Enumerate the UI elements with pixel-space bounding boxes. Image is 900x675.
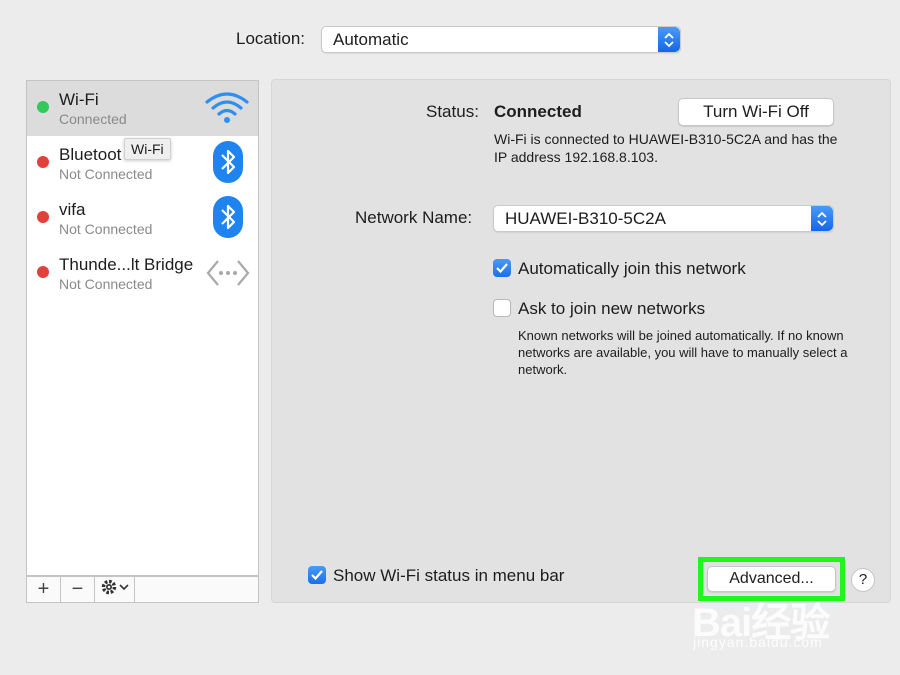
- service-status: Not Connected: [59, 221, 153, 237]
- turn-wifi-off-button[interactable]: Turn Wi-Fi Off: [678, 98, 834, 126]
- ask-join-checkbox[interactable]: [493, 299, 511, 317]
- network-name-value: HUAWEI-B310-5C2A: [505, 208, 666, 228]
- gear-menu-button[interactable]: [95, 577, 135, 602]
- ask-join-note: Known networks will be joined automatica…: [518, 328, 848, 377]
- location-label: Location:: [236, 29, 305, 48]
- status-dot: [37, 211, 49, 223]
- location-popup[interactable]: Automatic: [321, 26, 681, 53]
- status-label: Status:: [426, 102, 479, 121]
- service-status: Not Connected: [59, 276, 153, 292]
- ask-join-label[interactable]: Ask to join new networks: [518, 299, 705, 319]
- service-name: Bluetoot: [59, 145, 122, 164]
- network-name-label: Network Name:: [355, 208, 473, 227]
- auto-join-label[interactable]: Automatically join this network: [518, 259, 746, 279]
- service-name: Wi-Fi: [59, 90, 99, 109]
- add-service-button[interactable]: +: [27, 577, 61, 602]
- location-value: Automatic: [333, 29, 409, 49]
- service-status: Connected: [59, 111, 127, 127]
- service-list-toolbar: + −: [26, 576, 259, 603]
- tooltip: Wi-Fi: [124, 138, 171, 160]
- thunderbolt-bridge-icon: [206, 258, 250, 293]
- service-status: Not Connected: [59, 166, 153, 182]
- advanced-button[interactable]: Advanced...: [707, 566, 836, 592]
- popup-arrows-icon: [811, 206, 833, 231]
- popup-arrows-icon: [658, 27, 680, 52]
- show-status-checkbox[interactable]: [308, 566, 326, 584]
- service-item-wifi[interactable]: Wi-Fi Connected: [27, 81, 258, 136]
- bluetooth-icon: [213, 141, 243, 188]
- status-dot: [37, 101, 49, 113]
- status-dot: [37, 266, 49, 278]
- service-name: vifa: [59, 200, 86, 219]
- network-name-popup[interactable]: HUAWEI-B310-5C2A: [493, 205, 834, 232]
- auto-join-checkbox[interactable]: [493, 259, 511, 277]
- service-name: Thunde...lt Bridge: [59, 255, 194, 274]
- service-item-thunderbolt-bridge[interactable]: Thunde...lt Bridge Not Connected: [27, 246, 258, 301]
- status-dot: [37, 156, 49, 168]
- gear-icon: [100, 578, 130, 602]
- show-status-label[interactable]: Show Wi-Fi status in menu bar: [333, 566, 564, 586]
- wifi-icon: [204, 89, 250, 130]
- status-value: Connected: [494, 102, 582, 121]
- watermark-url: jingyan.baidu.com: [693, 634, 823, 650]
- status-description: Wi-Fi is connected to HUAWEI-B310-5C2A a…: [494, 131, 838, 165]
- help-button[interactable]: ?: [851, 568, 875, 592]
- bluetooth-icon: [213, 196, 243, 243]
- service-item-vifa[interactable]: vifa Not Connected: [27, 191, 258, 246]
- remove-service-button[interactable]: −: [61, 577, 95, 602]
